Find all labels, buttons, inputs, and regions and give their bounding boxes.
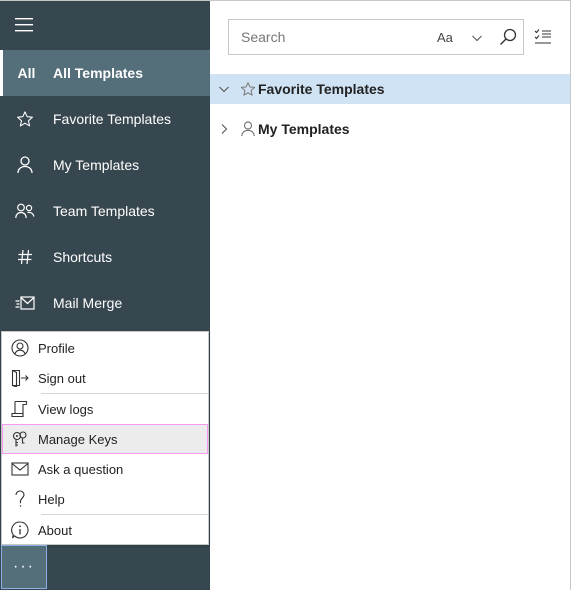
- sidebar-item-favorite-templates[interactable]: Favorite Templates: [0, 96, 210, 142]
- search-icon: [500, 28, 517, 45]
- hash-icon: [0, 249, 50, 265]
- ellipsis-icon: ···: [13, 558, 35, 575]
- menu-item-label: Manage Keys: [38, 431, 118, 447]
- sidebar-item-label: My Templates: [53, 157, 140, 173]
- star-icon: [0, 110, 50, 128]
- menu-item-label: About: [38, 522, 72, 538]
- menu-item-label: Profile: [38, 340, 75, 356]
- expand-toggle[interactable]: [210, 123, 238, 135]
- tree-row-label: My Templates: [258, 121, 350, 137]
- search-button[interactable]: [499, 28, 517, 51]
- main-panel: Aa Favorite Templates: [210, 1, 571, 590]
- multi-select-button[interactable]: [534, 28, 552, 51]
- search-input[interactable]: [229, 29, 419, 45]
- more-options-button[interactable]: ···: [1, 545, 47, 589]
- app-window: All All Templates Favorite Templates My …: [0, 0, 571, 590]
- person-icon: [0, 156, 50, 174]
- sidebar-item-label: Mail Merge: [53, 295, 123, 311]
- profile-icon: [2, 339, 38, 357]
- keys-icon: [2, 430, 38, 448]
- hamburger-button[interactable]: [0, 1, 210, 49]
- envelope-icon: [2, 462, 38, 476]
- chevron-down-icon: [472, 35, 482, 42]
- tree-row-label: Favorite Templates: [258, 81, 385, 97]
- sidebar-item-my-templates[interactable]: My Templates: [0, 142, 210, 188]
- sidebar-item-shortcuts[interactable]: Shortcuts: [0, 234, 210, 280]
- sidebar-item-label: Team Templates: [53, 203, 155, 219]
- mail-merge-icon: [0, 296, 50, 310]
- help-icon: [2, 490, 38, 508]
- tree-row-favorite-templates[interactable]: Favorite Templates: [210, 74, 570, 104]
- menu-item-ask-a-question[interactable]: Ask a question: [2, 454, 208, 484]
- chevron-right-icon: [221, 124, 228, 134]
- search-options-dropdown[interactable]: [471, 31, 483, 49]
- sidebar-item-all-templates[interactable]: All All Templates: [0, 50, 210, 96]
- sidebar-item-mail-merge[interactable]: Mail Merge: [0, 280, 210, 326]
- menu-item-sign-out[interactable]: Sign out: [2, 363, 208, 393]
- search-box: Aa: [228, 19, 524, 55]
- match-case-toggle[interactable]: Aa: [437, 30, 453, 45]
- people-icon: [0, 203, 50, 219]
- sidebar-item-team-templates[interactable]: Team Templates: [0, 188, 210, 234]
- info-icon: [2, 521, 38, 539]
- hamburger-icon: [15, 18, 33, 32]
- tree-row-my-templates[interactable]: My Templates: [210, 114, 570, 144]
- checklist-icon: [534, 29, 551, 44]
- menu-item-help[interactable]: Help: [2, 484, 208, 514]
- more-menu: Profile Sign out View logs Manage Keys A…: [1, 331, 209, 545]
- all-icon: All: [17, 65, 36, 81]
- menu-item-label: View logs: [38, 401, 94, 417]
- collapse-toggle[interactable]: [210, 83, 238, 95]
- logs-icon: [2, 400, 38, 418]
- menu-item-label: Ask a question: [38, 461, 124, 477]
- menu-item-profile[interactable]: Profile: [2, 333, 208, 363]
- star-icon: [238, 81, 258, 97]
- sidebar-item-label: Shortcuts: [53, 249, 113, 265]
- person-icon: [238, 121, 258, 137]
- menu-item-label: Sign out: [38, 370, 86, 386]
- sidebar-item-label: Favorite Templates: [53, 111, 172, 127]
- menu-item-about[interactable]: About: [2, 515, 208, 545]
- chevron-down-icon: [219, 86, 229, 93]
- sign-out-icon: [2, 369, 38, 387]
- menu-item-label: Help: [38, 491, 65, 507]
- sidebar-item-label: All Templates: [53, 65, 143, 81]
- menu-item-view-logs[interactable]: View logs: [2, 394, 208, 424]
- menu-item-manage-keys[interactable]: Manage Keys: [2, 424, 208, 454]
